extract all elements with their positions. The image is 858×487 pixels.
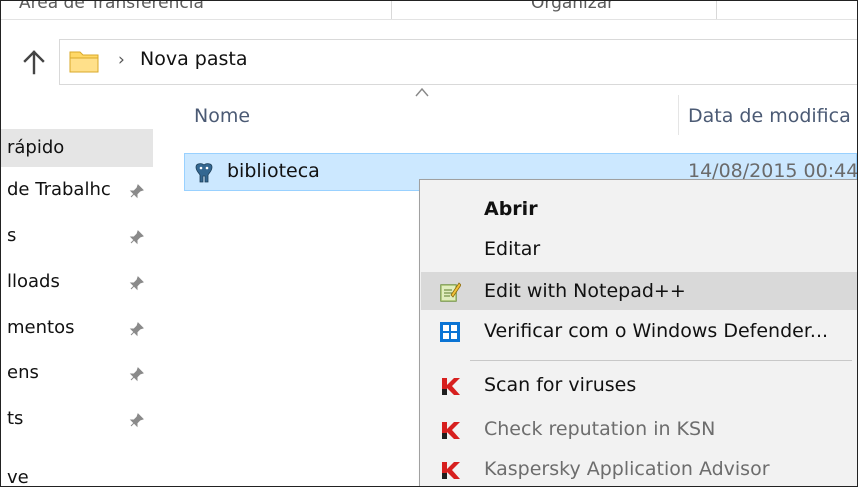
ribbon-group-clipboard: Área de Transferência bbox=[19, 1, 204, 13]
nav-item-label: rápido bbox=[7, 137, 65, 158]
nav-item-label: lloads bbox=[7, 271, 60, 292]
pin-icon bbox=[129, 230, 144, 245]
menu-item-windows-defender-scan[interactable]: Verificar com o Windows Defender... bbox=[421, 312, 857, 350]
nav-item-drive[interactable]: ve bbox=[1, 459, 153, 487]
kaspersky-icon bbox=[442, 378, 460, 395]
nav-item-images[interactable]: ens bbox=[1, 354, 153, 392]
column-divider[interactable] bbox=[678, 95, 679, 135]
menu-separator bbox=[470, 360, 852, 361]
nav-item-label: de Trabalhc bbox=[7, 179, 111, 200]
menu-item-label: Scan for viruses bbox=[484, 374, 637, 396]
pin-icon bbox=[129, 413, 144, 428]
ribbon-divider bbox=[391, 1, 392, 19]
pin-icon bbox=[129, 367, 144, 382]
menu-item-scan-for-viruses[interactable]: Scan for viruses bbox=[421, 366, 857, 404]
menu-item-label: Edit with Notepad++ bbox=[484, 280, 686, 302]
pin-icon bbox=[129, 276, 144, 291]
breadcrumb-chevron-icon[interactable]: › bbox=[118, 50, 125, 70]
sort-ascending-icon bbox=[415, 87, 429, 97]
menu-item-label: Editar bbox=[484, 238, 541, 260]
windows-defender-icon bbox=[440, 322, 460, 342]
menu-item-label: Kaspersky Application Advisor bbox=[484, 458, 770, 480]
menu-item-label: Check reputation in KSN bbox=[484, 418, 716, 440]
nav-item-7[interactable]: ts bbox=[1, 400, 153, 438]
menu-item-open[interactable]: Abrir bbox=[421, 190, 857, 228]
nav-item-3[interactable]: s bbox=[1, 217, 153, 255]
ribbon-group-labels: Área de Transferência Organizar bbox=[1, 1, 857, 20]
ribbon-group-organize: Organizar bbox=[531, 1, 615, 13]
folder-icon bbox=[69, 51, 99, 73]
nav-item-label: ve bbox=[7, 467, 29, 487]
nav-item-label: s bbox=[7, 225, 17, 246]
nav-item-desktop[interactable]: de Trabalhc bbox=[1, 171, 153, 209]
address-bar[interactable]: › Nova pasta bbox=[59, 39, 857, 85]
kaspersky-icon bbox=[442, 422, 460, 439]
nav-item-quick-access[interactable]: rápido bbox=[1, 129, 153, 167]
breadcrumb-current-folder[interactable]: Nova pasta bbox=[140, 48, 247, 70]
postgresql-elephant-icon bbox=[195, 163, 213, 183]
nav-item-label: mentos bbox=[7, 317, 75, 338]
nav-item-label: ts bbox=[7, 408, 24, 429]
menu-item-label: Abrir bbox=[484, 198, 538, 220]
up-arrow-icon[interactable] bbox=[21, 49, 47, 75]
context-menu: Abrir Editar Edit with Notepad++ Verific… bbox=[419, 179, 857, 486]
pin-icon bbox=[129, 322, 144, 337]
file-name[interactable]: biblioteca bbox=[227, 160, 320, 182]
file-explorer-window: Área de Transferência Organizar › Nova p… bbox=[0, 0, 858, 487]
menu-item-kaspersky-application-advisor[interactable]: Kaspersky Application Advisor bbox=[421, 450, 857, 486]
menu-item-check-reputation-ksn[interactable]: Check reputation in KSN bbox=[421, 410, 857, 448]
kaspersky-icon bbox=[442, 462, 460, 479]
nav-item-documents[interactable]: mentos bbox=[1, 309, 153, 347]
menu-item-edit[interactable]: Editar bbox=[421, 230, 857, 268]
nav-item-label: ens bbox=[7, 362, 39, 383]
column-header-name[interactable]: Nome bbox=[194, 105, 250, 127]
menu-item-label: Verificar com o Windows Defender... bbox=[484, 320, 829, 342]
notepad-plus-plus-icon bbox=[440, 282, 461, 302]
menu-item-edit-with-notepad-plus-plus[interactable]: Edit with Notepad++ bbox=[421, 272, 857, 310]
nav-item-downloads[interactable]: lloads bbox=[1, 263, 153, 301]
ribbon-divider bbox=[716, 1, 717, 19]
column-header-date-modified[interactable]: Data de modifica bbox=[688, 105, 851, 127]
pin-icon bbox=[129, 184, 144, 199]
